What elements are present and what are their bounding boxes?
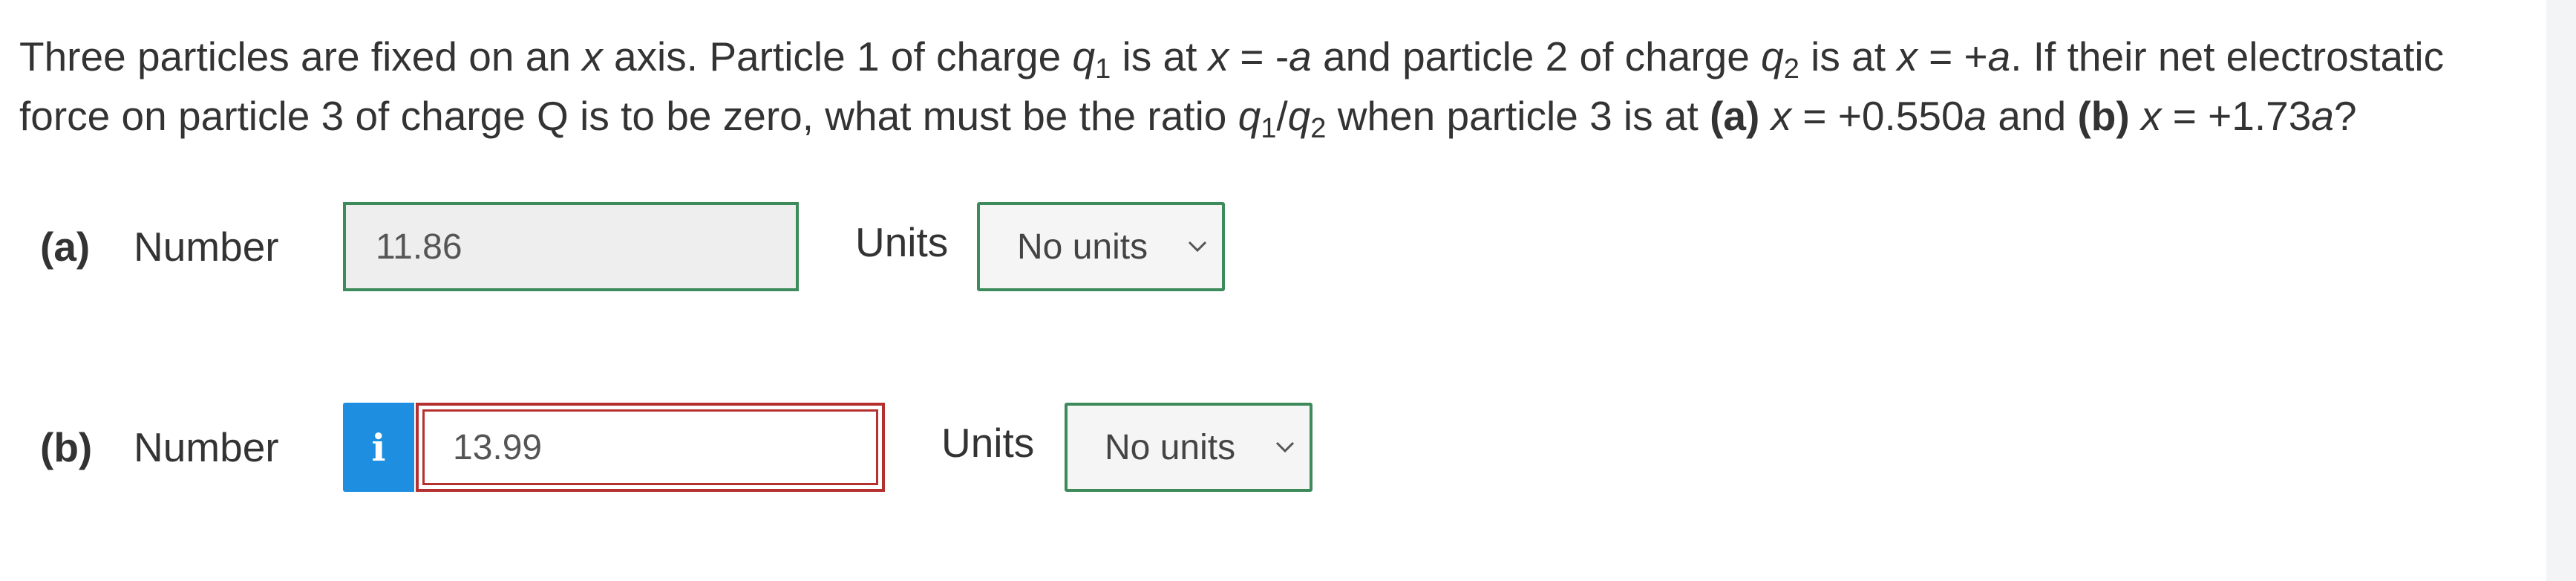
question-text: Three particles are fixed on an x axis. … <box>19 27 2528 146</box>
info-icon[interactable]: i <box>343 403 414 492</box>
units-select-value: No units <box>1105 427 1236 467</box>
variable-a: a <box>1964 93 1987 139</box>
part-b-units-select[interactable]: No units <box>1065 403 1312 492</box>
subscript: 1 <box>1261 113 1277 144</box>
question-segment: = +0.550 <box>1791 93 1964 139</box>
chevron-down-icon <box>1188 241 1207 253</box>
variable-a: a <box>1289 33 1312 79</box>
part-a-reference: (a) <box>1710 93 1760 139</box>
variable-q: q <box>1761 33 1784 79</box>
part-b-label: (b) <box>40 424 93 470</box>
answer-value: 13.99 <box>453 427 543 467</box>
variable-x: x <box>1771 93 1792 139</box>
question-segment <box>1759 93 1771 139</box>
question-segment: / <box>1276 93 1288 139</box>
variable-q: q <box>1287 93 1311 139</box>
question-segment: = +1.73 <box>2161 93 2312 139</box>
question-segment: axis. Particle 1 of charge <box>602 33 1073 79</box>
question-segment: = + <box>1917 33 1988 79</box>
units-select-value: No units <box>1017 227 1148 267</box>
subscript: 2 <box>1783 53 1799 85</box>
question-segment: Three particles are fixed on an <box>19 33 583 79</box>
part-a-row: (a) Number 11.86 Units No units <box>0 202 1485 291</box>
question-segment: is at <box>1111 33 1209 79</box>
variable-x: x <box>2140 93 2162 139</box>
subscript: 1 <box>1095 53 1111 85</box>
question-segment: when particle 3 is at <box>1326 93 1710 139</box>
part-b-answer-input[interactable]: 13.99 <box>416 403 885 492</box>
units-label: Units <box>941 420 1035 466</box>
subscript: 2 <box>1310 113 1327 144</box>
variable-x: x <box>1208 33 1229 79</box>
number-label: Number <box>134 424 279 470</box>
question-segment <box>2130 93 2141 139</box>
variable-q: q <box>1238 93 1261 139</box>
variable-a: a <box>1987 33 2011 79</box>
question-segment: = - <box>1229 33 1289 79</box>
variable-x: x <box>1897 33 1918 79</box>
part-a-label: (a) <box>40 224 91 270</box>
question-segment: and particle 2 of charge <box>1311 33 1762 79</box>
answer-value: 11.86 <box>376 227 462 267</box>
chevron-down-icon <box>1275 441 1295 453</box>
variable-x: x <box>582 33 603 79</box>
variable-q: q <box>1072 33 1096 79</box>
question-segment: ? <box>2333 93 2357 139</box>
scrollbar-track[interactable] <box>2546 0 2576 581</box>
variable-a: a <box>2311 93 2334 139</box>
part-b-row: (b) Number i 13.99 Units No units <box>0 403 1485 492</box>
part-b-reference: (b) <box>2077 93 2130 139</box>
part-a-units-select[interactable]: No units <box>977 202 1225 291</box>
number-label: Number <box>134 224 279 270</box>
part-a-answer-input[interactable]: 11.86 <box>343 202 799 291</box>
units-label: Units <box>855 219 949 265</box>
question-segment: and <box>1987 93 2078 139</box>
question-segment: is at <box>1799 33 1897 79</box>
